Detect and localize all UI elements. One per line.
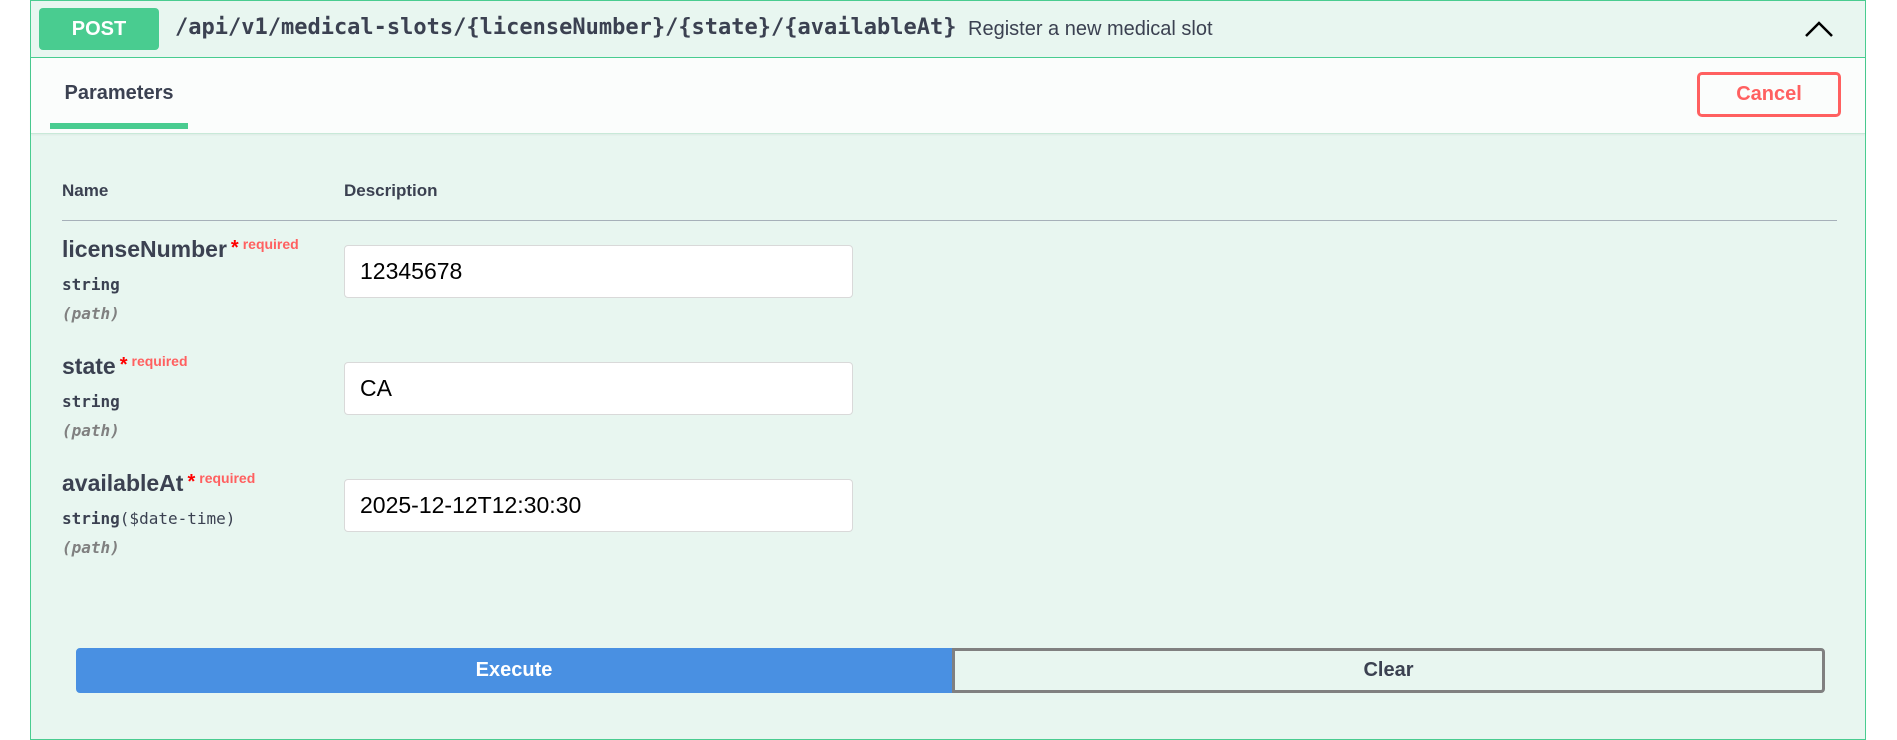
required-label: required — [242, 236, 299, 252]
param-type-label: string — [62, 275, 120, 294]
operation-block: POST /api/v1/medical-slots/{licenseNumbe… — [30, 0, 1866, 740]
state-input[interactable] — [344, 362, 853, 415]
clear-button[interactable]: Clear — [952, 648, 1825, 693]
required-star: * — [230, 237, 239, 259]
header-divider — [62, 220, 1837, 221]
chevron-up-icon[interactable] — [1803, 14, 1835, 44]
param-type-licenseNumber: string — [62, 275, 120, 294]
param-format-label: ($date-time) — [119, 509, 236, 528]
param-type-state: string — [62, 392, 120, 411]
active-tab-indicator — [50, 123, 188, 129]
required-label: required — [199, 470, 256, 486]
param-type-label: string — [62, 509, 120, 528]
name-column-header: Name — [62, 181, 109, 200]
parameters-section-header: Parameters Cancel — [31, 58, 1865, 134]
operation-summary[interactable]: POST /api/v1/medical-slots/{licenseNumbe… — [31, 1, 1865, 58]
param-name-label: availableAt — [62, 470, 184, 496]
param-name-licenseNumber: licenseNumber * required — [62, 236, 299, 263]
endpoint-path: /api/v1/medical-slots/{licenseNumber}/{s… — [175, 15, 957, 40]
required-label: required — [131, 353, 188, 369]
execute-button[interactable]: Execute — [76, 648, 952, 693]
param-type-label: string — [62, 392, 120, 411]
param-location-licenseNumber: (path) — [62, 304, 120, 323]
param-name-label: state — [62, 353, 116, 379]
method-badge: POST — [39, 8, 159, 50]
param-location-state: (path) — [62, 421, 120, 440]
param-type-availableAt: string($date-time) — [62, 509, 235, 528]
param-name-availableAt: availableAt * required — [62, 470, 255, 497]
param-name-label: licenseNumber — [62, 236, 227, 262]
required-star: * — [119, 354, 128, 376]
operation-summary-text: Register a new medical slot — [968, 18, 1213, 40]
availableAt-input[interactable] — [344, 479, 853, 532]
tab-parameters[interactable]: Parameters — [50, 58, 188, 129]
param-location-availableAt: (path) — [62, 538, 120, 557]
licenseNumber-input[interactable] — [344, 245, 853, 298]
cancel-button[interactable]: Cancel — [1697, 72, 1841, 117]
param-name-state: state * required — [62, 353, 188, 380]
description-column-header: Description — [344, 181, 438, 200]
required-star: * — [187, 471, 196, 493]
